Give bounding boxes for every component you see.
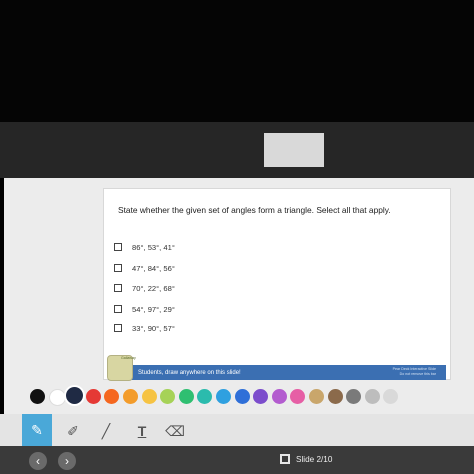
checkbox-icon[interactable] <box>114 324 122 332</box>
color-swatch[interactable] <box>85 389 101 404</box>
banner-note-line2: Do not remove this bar <box>399 372 436 376</box>
pencil-icon[interactable]: ✎ <box>22 414 52 446</box>
pen-icon[interactable]: ✐ <box>62 420 84 442</box>
banner-text: Students, draw anywhere on this slide! <box>138 369 241 376</box>
option-label: 70°, 22°, 68° <box>132 283 175 293</box>
monitor-bezel <box>0 122 474 178</box>
option-item[interactable]: 47°, 84°, 56° <box>114 262 175 274</box>
banner-note: Pear Deck Interactive Slide Do not remov… <box>393 367 436 377</box>
next-slide-button[interactable]: › <box>58 452 76 470</box>
slide-counter: Slide 2/10 <box>296 454 333 464</box>
checkbox-icon[interactable] <box>114 264 122 272</box>
option-label: 54°, 97°, 29° <box>132 304 175 314</box>
color-swatch[interactable] <box>30 389 45 404</box>
checkbox-icon[interactable] <box>114 243 122 251</box>
pear-deck-banner: Students, draw anywhere on this slide! P… <box>108 365 446 380</box>
bezel-label <box>264 133 324 167</box>
color-swatch[interactable] <box>271 389 287 404</box>
question-text: State whether the given set of angles fo… <box>118 205 391 215</box>
slide-indicator: Slide 2/10 <box>280 454 332 464</box>
color-swatch[interactable] <box>123 389 138 404</box>
option-label: 33°, 90°, 57° <box>132 323 175 333</box>
marker-icon[interactable]: ╱ <box>95 420 117 442</box>
color-swatch[interactable] <box>309 389 324 404</box>
option-item[interactable]: 33°, 90°, 57° <box>114 322 175 334</box>
color-swatch[interactable] <box>178 389 194 404</box>
slide-icon <box>280 454 290 464</box>
color-swatch[interactable] <box>364 389 380 404</box>
option-label: 86°, 53°, 41° <box>132 242 175 252</box>
eraser-icon[interactable]: ⌫ <box>164 420 186 442</box>
color-swatch[interactable] <box>327 389 343 404</box>
color-swatch[interactable] <box>141 389 157 404</box>
option-item[interactable]: 54°, 97°, 29° <box>114 303 175 315</box>
checkbox-icon[interactable] <box>114 305 122 313</box>
dark-background <box>0 0 474 122</box>
color-swatch[interactable] <box>234 389 250 404</box>
color-swatch[interactable] <box>48 389 66 406</box>
checkbox-icon[interactable] <box>114 284 122 292</box>
text-icon[interactable]: T <box>131 420 153 442</box>
previous-slide-button[interactable]: ‹ <box>29 452 47 470</box>
option-item[interactable]: 70°, 22°, 68° <box>114 282 175 294</box>
mascot-label: Gallaway <box>121 356 136 360</box>
option-item[interactable]: 86°, 53°, 41° <box>114 241 175 253</box>
option-label: 47°, 84°, 56° <box>132 263 175 273</box>
color-swatch[interactable] <box>216 389 231 404</box>
